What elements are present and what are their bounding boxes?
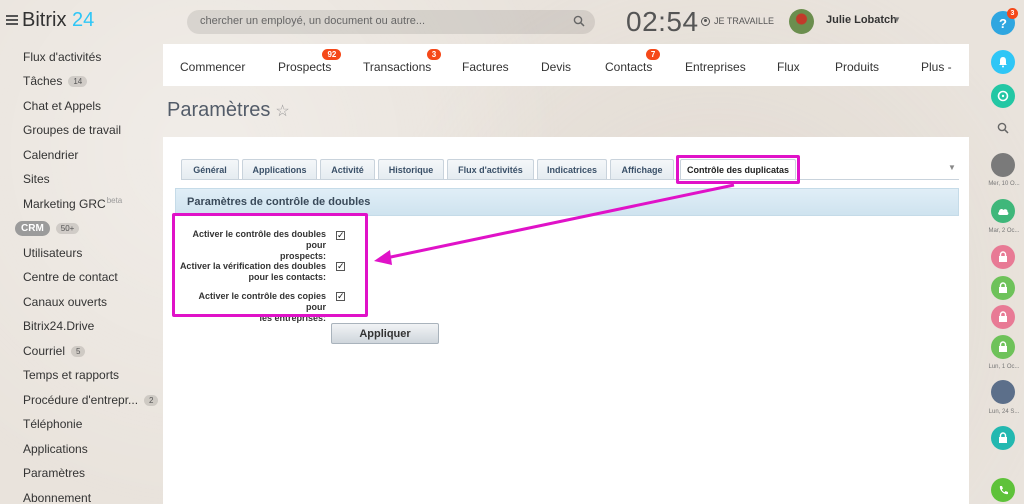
annotation-arrow — [374, 183, 735, 265]
